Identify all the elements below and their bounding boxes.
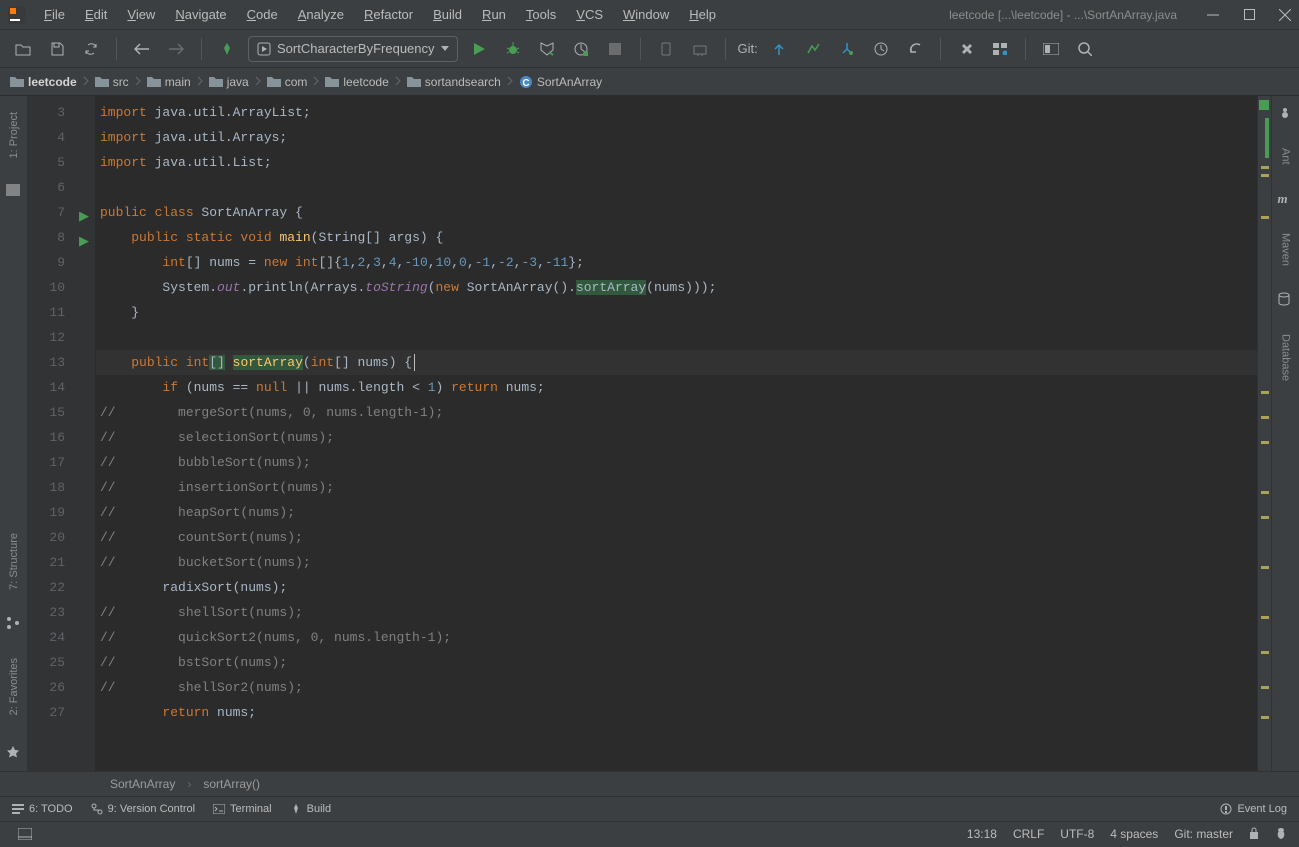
run-config-dropdown[interactable]: SortCharacterByFrequency [248,36,458,62]
encoding[interactable]: UTF-8 [1060,827,1094,841]
git-history-button[interactable] [868,36,894,62]
terminal-tab[interactable]: Terminal [213,803,272,815]
database-tab[interactable]: Database [1278,328,1294,387]
window-title: leetcode [...\leetcode] - ...\SortAnArra… [949,8,1177,22]
inspector-icon[interactable] [1275,826,1287,843]
save-button[interactable] [44,36,70,62]
status-bar: 13:18 CRLF UTF-8 4 spaces Git: master [0,821,1299,846]
vcs-tab[interactable]: 9: Version Control [91,803,195,815]
menu-analyze[interactable]: Analyze [290,3,352,26]
toolbar: SortCharacterByFrequency Git: [0,30,1299,68]
menu-vcs[interactable]: VCS [568,3,611,26]
stop-button[interactable] [602,36,628,62]
crumb-sortandsearch[interactable]: sortandsearch [403,73,505,91]
structure-tab[interactable]: 7: Structure [6,527,22,596]
debug-button[interactable] [500,36,526,62]
avd-button[interactable] [653,36,679,62]
crumb-method[interactable]: sortArray() [203,777,260,791]
bottom-tool-bar: 6: TODO 9: Version Control Terminal Buil… [0,796,1299,821]
crumb-com[interactable]: com [263,73,312,91]
gutter: 34567▶8▶91011121314151617181920212223242… [28,96,96,771]
build-button[interactable] [214,36,240,62]
sdk-button[interactable] [687,36,713,62]
structure-sidebar-icon[interactable] [6,616,22,632]
status-windows-icon[interactable] [12,821,38,847]
git-commit-button[interactable] [800,36,826,62]
maven-tab[interactable]: Maven [1278,227,1294,272]
database-icon[interactable] [1278,292,1294,308]
git-label: Git: [738,41,758,56]
app-logo [8,6,26,24]
project-tab[interactable]: 1: Project [6,106,22,164]
close-button[interactable] [1279,9,1291,21]
crumb-SortAnArray[interactable]: CSortAnArray [515,73,606,91]
left-tool-sidebar: 1: Project 7: Structure 2: Favorites [0,96,28,771]
favorites-tab[interactable]: 2: Favorites [6,652,22,721]
event-log-tab[interactable]: Event Log [1220,803,1287,815]
favorites-icon[interactable] [6,745,22,761]
menu-run[interactable]: Run [474,3,514,26]
minimize-button[interactable] [1207,9,1219,21]
cursor-position[interactable]: 13:18 [967,827,997,841]
project-icon[interactable] [6,184,22,200]
layout-button[interactable] [1038,36,1064,62]
menu-help[interactable]: Help [681,3,724,26]
git-update-button[interactable] [766,36,792,62]
menu-view[interactable]: View [119,3,163,26]
git-revert-button[interactable] [902,36,928,62]
crumb-class[interactable]: SortAnArray [110,777,175,791]
right-tool-sidebar: Ant m Maven Database [1271,96,1299,771]
ant-icon[interactable] [1278,106,1294,122]
scroll-markers[interactable] [1257,96,1271,771]
editor-breadcrumb: SortAnArray › sortArray() [0,771,1299,796]
run-config-label: SortCharacterByFrequency [277,41,435,56]
build-tab[interactable]: Build [290,803,331,815]
code-editor[interactable]: import java.util.ArrayList;import java.u… [96,96,1257,771]
line-separator[interactable]: CRLF [1013,827,1044,841]
ant-tab[interactable]: Ant [1278,142,1294,171]
forward-button[interactable] [163,36,189,62]
search-button[interactable] [1072,36,1098,62]
menu-code[interactable]: Code [239,3,286,26]
open-button[interactable] [10,36,36,62]
breadcrumbs: leetcode srcmain javacom leetcode sortandsea… [0,68,1299,96]
crumb-leetcode[interactable]: leetcode [321,73,392,91]
todo-tab[interactable]: 6: TODO [12,803,73,815]
maven-icon[interactable]: m [1278,191,1294,207]
run-button[interactable] [466,36,492,62]
maximize-button[interactable] [1243,9,1255,21]
svg-text:C: C [522,78,529,89]
crumb-leetcode[interactable]: leetcode [6,73,81,91]
git-push-button[interactable] [834,36,860,62]
structure-button[interactable] [987,36,1013,62]
settings-button[interactable] [953,36,979,62]
coverage-button[interactable] [534,36,560,62]
profile-button[interactable] [568,36,594,62]
title-bar: FileEditViewNavigateCodeAnalyzeRefactorB… [0,0,1299,30]
menu-refactor[interactable]: Refactor [356,3,421,26]
menu-navigate[interactable]: Navigate [167,3,234,26]
menu-tools[interactable]: Tools [518,3,564,26]
crumb-src[interactable]: src [91,73,133,91]
menu-bar: FileEditViewNavigateCodeAnalyzeRefactorB… [36,3,724,26]
git-branch[interactable]: Git: master [1174,827,1233,841]
menu-edit[interactable]: Edit [77,3,115,26]
crumb-java[interactable]: java [205,73,253,91]
lock-icon[interactable] [1249,827,1259,842]
back-button[interactable] [129,36,155,62]
indent[interactable]: 4 spaces [1110,827,1158,841]
crumb-main[interactable]: main [143,73,195,91]
sync-button[interactable] [78,36,104,62]
menu-window[interactable]: Window [615,3,677,26]
menu-build[interactable]: Build [425,3,470,26]
menu-file[interactable]: File [36,3,73,26]
